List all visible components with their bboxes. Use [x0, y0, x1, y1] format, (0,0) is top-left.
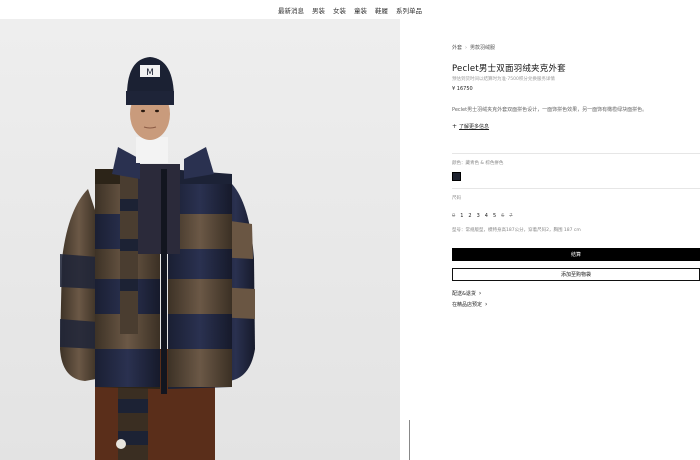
nav-item-shoes[interactable]: 鞋履	[375, 5, 388, 15]
breadcrumb-item-outerwear[interactable]: 外套	[452, 45, 462, 51]
svg-text:M: M	[146, 68, 154, 78]
nav-item-men[interactable]: 男装	[312, 5, 325, 15]
top-navigation: 最新消息 男装 女装 童装 鞋履 系列单品	[0, 0, 700, 19]
breadcrumb-item-down-jackets[interactable]: 男款羽绒服	[470, 45, 495, 51]
size-option[interactable]: 6	[501, 213, 504, 219]
product-image[interactable]: M	[0, 19, 400, 460]
nav-item-collections[interactable]: 系列单品	[396, 5, 422, 15]
divider	[452, 153, 700, 154]
color-label: 颜色：藏青色 & 棕色拼色	[452, 161, 504, 166]
nav-item-women[interactable]: 女装	[333, 5, 346, 15]
store-reserve-label: 在精品店预定	[452, 302, 483, 308]
size-option[interactable]: 3	[477, 213, 480, 219]
nav-item-news[interactable]: 最新消息	[278, 5, 304, 15]
size-option[interactable]: 7	[509, 213, 512, 219]
more-info-link[interactable]: + 了解更多信息	[452, 123, 490, 131]
checkout-button[interactable]: 结算	[452, 248, 700, 261]
product-description: Peclet男士羽绒夹克外套双面拼色设计，一面饰拼色效果，另一面饰有橄榄绿块面拼…	[452, 107, 648, 113]
model-photo: M	[0, 19, 400, 460]
product-price: ¥ 16750	[452, 86, 473, 92]
chevron-right-icon: ›	[478, 290, 482, 297]
add-to-bag-button[interactable]: 添加至购物袋	[452, 268, 700, 281]
size-option[interactable]: 0	[452, 213, 455, 219]
size-selector: 0 1 2 3 4 5 6 7	[452, 213, 513, 219]
breadcrumb: 外套 › 男款羽绒服	[452, 44, 495, 51]
shipping-returns-link[interactable]: 配送&退货 ›	[452, 290, 481, 297]
size-option[interactable]: 4	[485, 213, 488, 219]
size-label: 尺码	[452, 196, 461, 201]
product-title: Peclet男士双面羽绒夹克外套	[452, 64, 566, 74]
product-details-panel: 外套 › 男款羽绒服 Peclet男士双面羽绒夹克外套 预估到货时间以结算时为准·7…	[400, 19, 700, 460]
nav-item-kids[interactable]: 童装	[354, 5, 367, 15]
shipping-returns-label: 配送&退货	[452, 291, 476, 297]
scroll-indicator	[409, 420, 410, 460]
store-reserve-link[interactable]: 在精品店预定 ›	[452, 301, 487, 308]
product-subline: 预估到货时间以结算时为准·7500积分兑换服务详情	[452, 77, 555, 82]
size-option[interactable]: 2	[468, 213, 471, 219]
size-option[interactable]: 5	[493, 213, 496, 219]
size-note: 型号：常规版型，模特身高187公分，穿着尺码2，胸围 187 cm	[452, 228, 581, 233]
chevron-right-icon: ›	[485, 301, 488, 308]
color-swatch[interactable]	[452, 172, 461, 181]
breadcrumb-separator: ›	[465, 45, 468, 51]
size-option[interactable]: 1	[460, 213, 463, 219]
more-info-label: 了解更多信息	[459, 124, 490, 130]
divider	[452, 188, 700, 189]
plus-icon: +	[452, 123, 458, 130]
